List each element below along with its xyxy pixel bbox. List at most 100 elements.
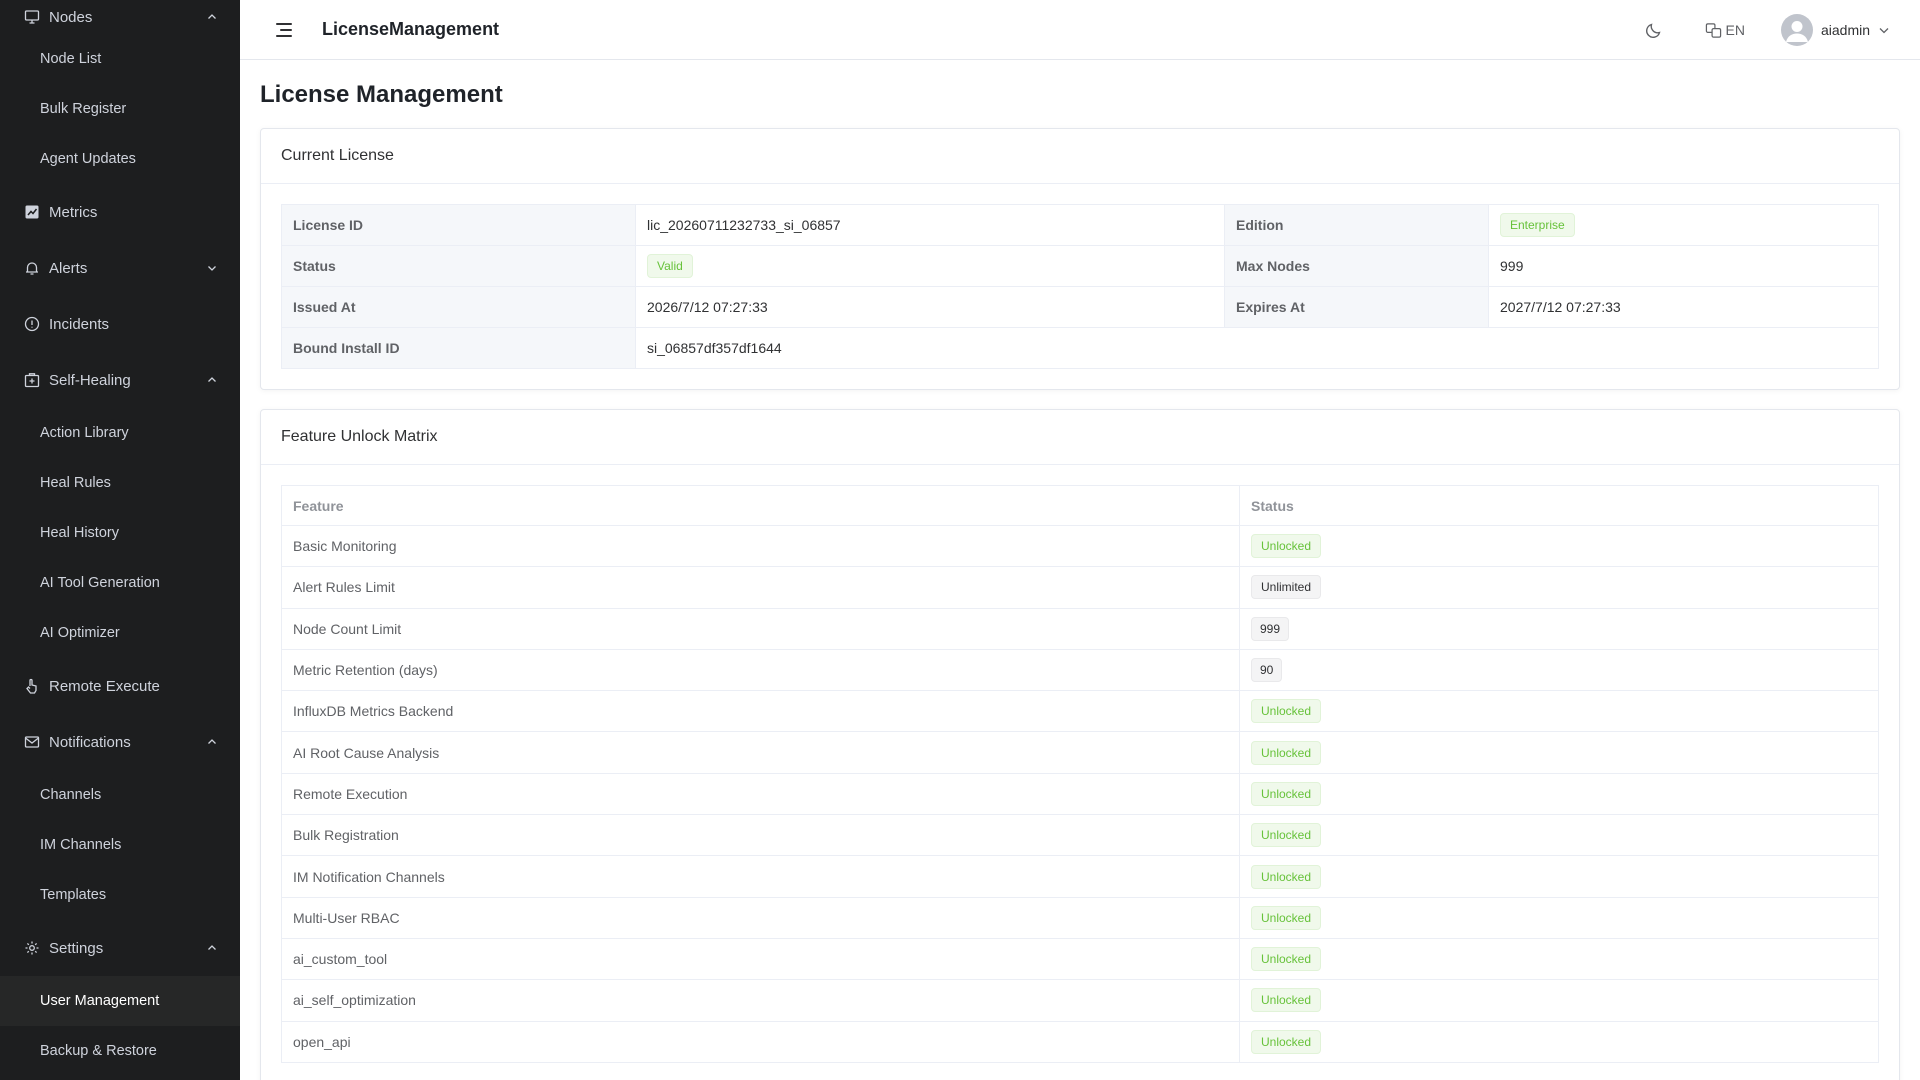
feature-status-badge: Unlimited bbox=[1251, 575, 1322, 600]
page-title: License Management bbox=[260, 81, 503, 108]
sidebar-item-bulk-register[interactable]: Bulk Register bbox=[0, 84, 240, 134]
top-header: LicenseManagement EN aiadmin bbox=[240, 0, 1920, 60]
feature-name: Node Count Limit bbox=[281, 607, 1240, 650]
expires-at-label: Expires At bbox=[1224, 286, 1489, 328]
language-switch[interactable]: EN bbox=[1705, 22, 1745, 39]
feature-status-badge: Unlocked bbox=[1251, 534, 1322, 559]
sidebar-item-templates[interactable]: Templates bbox=[0, 870, 240, 920]
table-row: Issued At 2026/7/12 07:27:33 Expires At … bbox=[281, 286, 1879, 328]
expires-at-value: 2027/7/12 07:27:33 bbox=[1488, 286, 1879, 328]
feature-name: Metric Retention (days) bbox=[281, 648, 1240, 692]
monitor-icon bbox=[24, 9, 40, 25]
feature-status-badge: Unlocked bbox=[1251, 1029, 1322, 1054]
bell-icon bbox=[24, 260, 40, 276]
sidebar-group-self-healing[interactable]: Self-Healing bbox=[0, 352, 240, 408]
feature-status-badge: Unlocked bbox=[1251, 947, 1322, 972]
feature-name: Remote Execution bbox=[281, 772, 1240, 816]
sidebar-group-label: Self-Healing bbox=[49, 371, 131, 389]
chevron-up-icon bbox=[206, 11, 218, 23]
issued-at-value: 2026/7/12 07:27:33 bbox=[635, 286, 1225, 328]
max-nodes-label: Max Nodes bbox=[1224, 245, 1489, 287]
feature-name: Basic Monitoring bbox=[281, 524, 1240, 568]
chart-icon bbox=[24, 204, 40, 220]
feature-status-badge: Unlocked bbox=[1251, 905, 1322, 930]
table-row: Status Valid Max Nodes 999 bbox=[281, 245, 1879, 287]
sidebar-item-agent-updates[interactable]: Agent Updates bbox=[0, 134, 240, 184]
feature-name: Alert Rules Limit bbox=[281, 566, 1240, 609]
sidebar-group-alerts[interactable]: Alerts bbox=[0, 240, 240, 296]
sidebar-item-label: Incidents bbox=[49, 315, 110, 333]
table-row: Bulk Registration Unlocked bbox=[281, 814, 1879, 857]
issued-at-label: Issued At bbox=[281, 286, 636, 328]
feature-name: InfluxDB Metrics Backend bbox=[281, 690, 1240, 733]
chevron-up-icon bbox=[206, 374, 218, 386]
sidebar-item-user-management[interactable]: User Management bbox=[0, 976, 240, 1026]
sidebar-item-heal-history[interactable]: Heal History bbox=[0, 508, 240, 558]
sidebar-item-backup-restore[interactable]: Backup & Restore bbox=[0, 1026, 240, 1076]
table-row: InfluxDB Metrics Backend Unlocked bbox=[281, 690, 1879, 733]
license-details-table: License ID lic_20260711232733_si_06857 E… bbox=[281, 204, 1879, 369]
dark-mode-toggle-icon[interactable] bbox=[1645, 21, 1663, 39]
status-label: Status bbox=[281, 245, 636, 287]
chevron-down-icon bbox=[206, 262, 218, 274]
chevron-up-icon bbox=[206, 736, 218, 748]
feature-name: IM Notification Channels bbox=[281, 855, 1240, 898]
gear-icon bbox=[24, 940, 40, 956]
sidebar-item-incidents[interactable]: Incidents bbox=[0, 296, 240, 352]
sidebar-group-nodes[interactable]: Nodes bbox=[0, 0, 240, 34]
max-nodes-value: 999 bbox=[1488, 245, 1879, 287]
current-license-card: Current License License ID lic_202607112… bbox=[260, 128, 1900, 390]
user-menu[interactable]: aiadmin bbox=[1780, 14, 1890, 46]
table-row: IM Notification Channels Unlocked bbox=[281, 855, 1879, 898]
table-row: Node Count Limit 999 bbox=[281, 607, 1879, 650]
feature-status-badge: Unlocked bbox=[1251, 823, 1322, 848]
sidebar-item-action-library[interactable]: Action Library bbox=[0, 408, 240, 458]
warning-circle-icon bbox=[24, 316, 40, 332]
feature-status-badge: 999 bbox=[1251, 616, 1290, 641]
sidebar-group-notifications[interactable]: Notifications bbox=[0, 714, 240, 770]
sidebar-item-node-list[interactable]: Node List bbox=[0, 34, 240, 84]
bound-install-label: Bound Install ID bbox=[281, 327, 636, 369]
sidebar-group-label: Alerts bbox=[49, 259, 88, 277]
sidebar-item-metrics[interactable]: Metrics bbox=[0, 184, 240, 240]
feature-status-badge: Unlocked bbox=[1251, 781, 1322, 806]
table-row: Metric Retention (days) 90 bbox=[281, 648, 1879, 692]
sidebar-item-ai-tool-generation[interactable]: AI Tool Generation bbox=[0, 558, 240, 608]
menu-toggle-icon[interactable] bbox=[276, 22, 292, 37]
feature-name: open_api bbox=[281, 1020, 1240, 1063]
card-title: Feature Unlock Matrix bbox=[261, 410, 1899, 465]
feature-status-badge: Unlocked bbox=[1251, 988, 1322, 1013]
table-row: Basic Monitoring Unlocked bbox=[281, 524, 1879, 568]
sidebar-group-label: Notifications bbox=[49, 733, 131, 751]
feature-matrix-table: Feature Status Basic Monitoring Unlocked A… bbox=[281, 485, 1879, 1063]
avatar bbox=[1780, 14, 1813, 46]
card-title: Current License bbox=[261, 129, 1899, 184]
sidebar-item-remote-execute[interactable]: Remote Execute bbox=[0, 658, 240, 714]
feature-status-badge: 90 bbox=[1251, 658, 1283, 683]
mail-icon bbox=[24, 734, 40, 750]
feature-name: ai_custom_tool bbox=[281, 937, 1240, 981]
app-title: LicenseManagement bbox=[322, 19, 500, 39]
table-row: open_api Unlocked bbox=[281, 1020, 1879, 1063]
chevron-up-icon bbox=[206, 942, 218, 954]
bound-install-value: si_06857df357df1644 bbox=[635, 327, 1879, 369]
table-row: ai_self_optimization Unlocked bbox=[281, 979, 1879, 1022]
header-actions: EN aiadmin bbox=[1645, 0, 1890, 60]
sidebar-item-ai-optimizer[interactable]: AI Optimizer bbox=[0, 608, 240, 658]
sidebar-group-settings[interactable]: Settings bbox=[0, 920, 240, 976]
table-row: Remote Execution Unlocked bbox=[281, 772, 1879, 816]
first-aid-icon bbox=[24, 372, 40, 388]
table-row: ai_custom_tool Unlocked bbox=[281, 937, 1879, 981]
table-row: License ID lic_20260711232733_si_06857 E… bbox=[281, 204, 1879, 246]
table-row: AI Root Cause Analysis Unlocked bbox=[281, 731, 1879, 774]
pointer-hand-icon bbox=[24, 678, 40, 694]
column-header-feature: Feature bbox=[281, 485, 1240, 526]
chevron-down-icon bbox=[1878, 24, 1890, 36]
translate-icon bbox=[1705, 22, 1721, 38]
feature-name: Bulk Registration bbox=[281, 814, 1240, 857]
user-icon bbox=[1785, 21, 1808, 42]
sidebar-item-heal-rules[interactable]: Heal Rules bbox=[0, 458, 240, 508]
sidebar-item-im-channels[interactable]: IM Channels bbox=[0, 820, 240, 870]
sidebar-group-label: Settings bbox=[49, 939, 104, 957]
sidebar-item-channels[interactable]: Channels bbox=[0, 770, 240, 820]
